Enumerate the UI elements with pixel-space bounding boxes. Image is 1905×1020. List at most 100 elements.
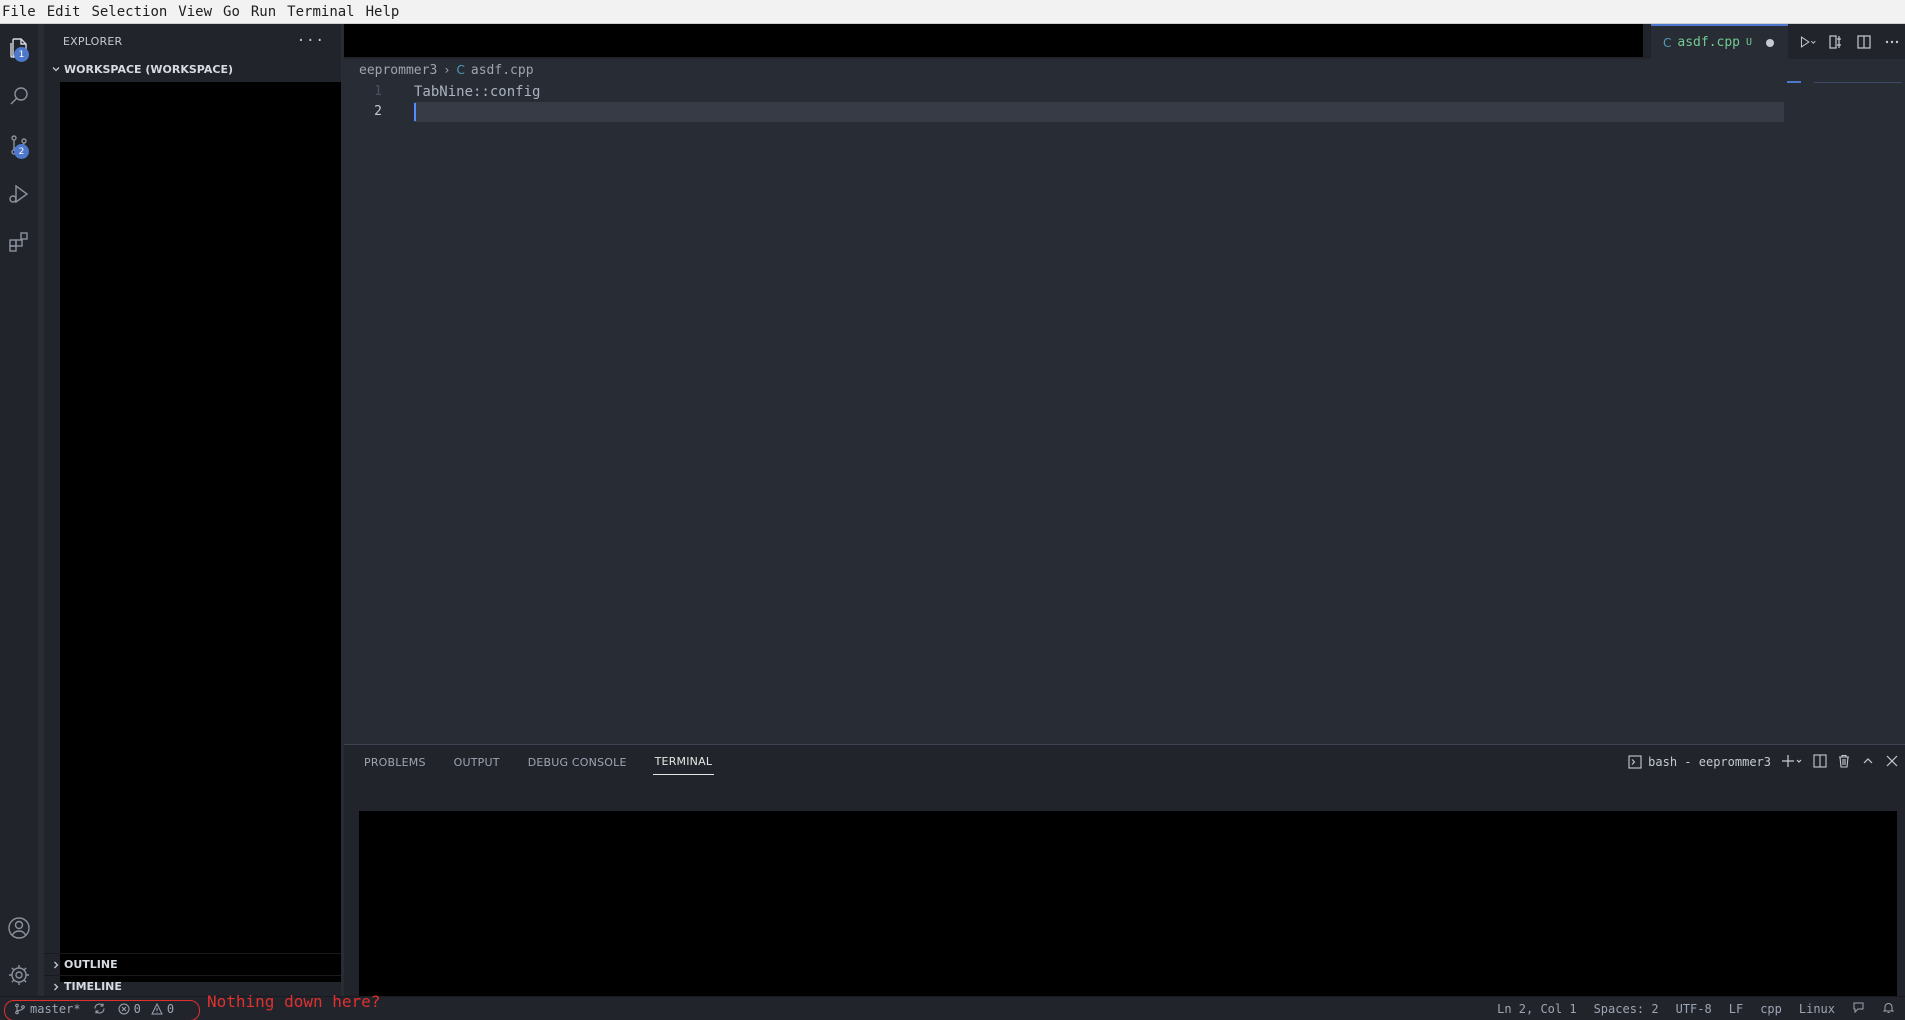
panel-actions: bash - eeprommer3 — [1628, 745, 1899, 779]
explorer-header: EXPLORER ··· — [44, 24, 341, 58]
code-line-current[interactable] — [414, 102, 1784, 122]
line-number: 2 — [374, 104, 382, 119]
run-icon — [1800, 35, 1816, 48]
ellipsis-icon — [1885, 40, 1899, 43]
explorer-badge: 1 — [14, 47, 29, 62]
close-icon — [1886, 755, 1898, 766]
search-button[interactable] — [0, 75, 38, 117]
chevron-right-icon — [48, 982, 64, 992]
end-of-line[interactable]: LF — [1729, 1002, 1743, 1016]
account-icon — [8, 917, 30, 939]
split-editor-button[interactable] — [1855, 33, 1873, 51]
editor-group: C asdf.cpp U eeprommer3 › C asdf.cpp 1 2… — [344, 24, 1905, 744]
close-panel-button[interactable] — [1885, 754, 1899, 771]
menu-file[interactable]: File — [0, 0, 42, 24]
activity-bar: 1 2 — [0, 24, 38, 996]
kill-terminal-button[interactable] — [1837, 754, 1851, 771]
unsaved-dot-icon[interactable] — [1766, 38, 1775, 47]
menu-selection[interactable]: Selection — [86, 0, 173, 24]
terminal-selector[interactable]: bash - eeprommer3 — [1628, 755, 1771, 769]
timeline-label: TIMELINE — [64, 980, 122, 993]
chevron-right-icon: › — [443, 63, 451, 77]
panel-tabs: PROBLEMS OUTPUT DEBUG CONSOLE TERMINAL — [362, 745, 715, 779]
open-changes-button[interactable] — [1827, 33, 1845, 51]
tab-asdf-cpp[interactable]: C asdf.cpp U — [1651, 24, 1788, 59]
editor-tab-bar: C asdf.cpp U — [344, 24, 1905, 59]
notifications-button[interactable] — [1882, 1001, 1895, 1017]
plus-icon — [1782, 754, 1802, 767]
maximize-panel-button[interactable] — [1861, 754, 1875, 771]
extensions-icon — [9, 232, 28, 252]
source-control-button[interactable]: 2 — [0, 124, 38, 166]
split-terminal-icon — [1813, 753, 1827, 768]
compare-changes-icon — [1829, 34, 1841, 49]
source-control-badge: 2 — [14, 144, 29, 159]
tab-output[interactable]: OUTPUT — [452, 750, 502, 775]
tab-debug-console[interactable]: DEBUG CONSOLE — [526, 750, 629, 775]
terminal-name: bash - eeprommer3 — [1648, 755, 1771, 769]
code-line[interactable]: TabNine::config — [414, 82, 1784, 102]
cpp-file-icon: C — [1663, 35, 1672, 50]
split-editor-icon — [1857, 34, 1871, 49]
gear-icon — [9, 965, 29, 985]
feedback-icon — [1853, 1002, 1864, 1014]
split-terminal-button[interactable] — [1813, 753, 1827, 771]
menu-view[interactable]: View — [173, 0, 218, 24]
text-cursor — [414, 103, 416, 121]
menu-bar: File Edit Selection View Go Run Terminal… — [0, 0, 1905, 24]
language-mode[interactable]: cpp — [1760, 1002, 1782, 1016]
terminal-icon — [1628, 755, 1642, 769]
status-right: Ln 2, Col 1 Spaces: 2 UTF-8 LF cpp Linux — [1497, 997, 1895, 1020]
run-debug-button[interactable] — [0, 173, 38, 215]
bottom-panel: PROBLEMS OUTPUT DEBUG CONSOLE TERMINAL b… — [344, 744, 1905, 997]
workspace-label: WORKSPACE (WORKSPACE) — [64, 62, 233, 76]
cursor-position[interactable]: Ln 2, Col 1 — [1497, 1002, 1576, 1016]
account-button[interactable] — [0, 907, 38, 949]
outline-label: OUTLINE — [64, 958, 118, 971]
menu-help[interactable]: Help — [361, 0, 406, 24]
new-terminal-button[interactable] — [1781, 754, 1803, 771]
menu-run[interactable]: Run — [246, 0, 282, 24]
run-debug-dropdown-button[interactable] — [1799, 33, 1817, 51]
untracked-status: U — [1746, 37, 1753, 48]
tab-problems[interactable]: PROBLEMS — [362, 750, 428, 775]
cpp-file-icon: C — [456, 63, 465, 77]
extensions-button[interactable] — [0, 221, 38, 263]
breadcrumb-file[interactable]: asdf.cpp — [471, 63, 534, 78]
platform[interactable]: Linux — [1799, 1002, 1835, 1016]
workspace-section-header[interactable]: WORKSPACE (WORKSPACE) — [44, 58, 341, 80]
line-number: 1 — [374, 84, 382, 99]
breadcrumb-folder[interactable]: eeprommer3 — [359, 63, 437, 78]
editor-actions — [1799, 24, 1901, 59]
menu-terminal[interactable]: Terminal — [282, 0, 360, 24]
search-icon — [10, 87, 28, 105]
outline-section-header[interactable]: OUTLINE — [44, 953, 341, 975]
more-actions-button[interactable] — [1883, 33, 1901, 51]
file-tree-redacted — [60, 82, 341, 982]
tab-terminal[interactable]: TERMINAL — [652, 749, 715, 775]
tabs-redacted — [344, 24, 1643, 57]
annotation-ellipse — [4, 1000, 200, 1020]
encoding[interactable]: UTF-8 — [1676, 1002, 1712, 1016]
breadcrumb: eeprommer3 › C asdf.cpp — [359, 59, 534, 81]
indentation[interactable]: Spaces: 2 — [1594, 1002, 1659, 1016]
manage-button[interactable] — [0, 954, 38, 996]
overview-ruler — [1814, 82, 1902, 83]
code-area[interactable]: TabNine::config — [414, 82, 1784, 122]
tab-label: asdf.cpp — [1677, 35, 1741, 50]
line-numbers: 1 2 — [344, 82, 388, 122]
trash-icon — [1839, 754, 1849, 768]
run-debug-icon — [9, 184, 29, 204]
bell-icon — [1882, 1003, 1895, 1013]
menu-edit[interactable]: Edit — [42, 0, 87, 24]
terminal-content-redacted[interactable] — [359, 811, 1897, 997]
explorer-title: EXPLORER — [63, 34, 123, 48]
minimap[interactable] — [1787, 81, 1801, 83]
feedback-button[interactable] — [1852, 1001, 1865, 1017]
chevron-right-icon — [48, 960, 64, 970]
chevron-up-icon — [1863, 757, 1873, 763]
more-actions-icon[interactable]: ··· — [297, 33, 325, 49]
explorer-sidebar: EXPLORER ··· WORKSPACE (WORKSPACE) OUTLI… — [44, 24, 341, 996]
explorer-button[interactable]: 1 — [0, 27, 38, 69]
menu-go[interactable]: Go — [218, 0, 246, 24]
